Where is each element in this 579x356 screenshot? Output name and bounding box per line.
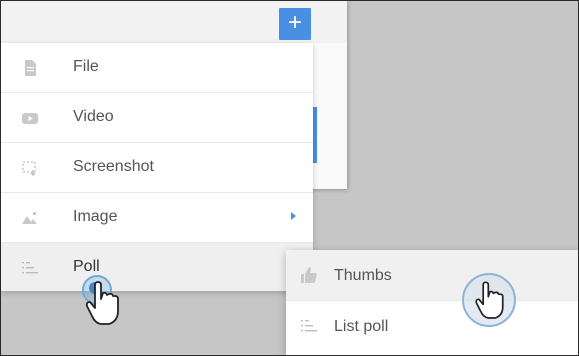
screen-frame: + File Video Screenshot Image Poll Thumb… xyxy=(0,0,579,356)
menu-item-label: File xyxy=(73,58,99,75)
file-icon xyxy=(25,60,36,76)
image-icon xyxy=(22,212,37,224)
menu-item-label: Image xyxy=(73,208,118,225)
list-poll-icon xyxy=(301,320,317,332)
menu-item-label: Screenshot xyxy=(73,158,154,175)
submenu-item-thumbs[interactable]: Thumbs xyxy=(286,250,578,301)
panel-header: + xyxy=(1,1,347,43)
hand-cursor-icon xyxy=(77,275,127,325)
menu-item-image[interactable]: Image xyxy=(1,193,313,243)
menu-item-poll[interactable]: Poll xyxy=(1,243,313,291)
submenu-arrow-icon xyxy=(291,212,296,220)
poll-submenu: Thumbs List poll xyxy=(286,250,578,355)
hand-cursor-icon xyxy=(462,273,518,329)
menu-item-label: Video xyxy=(73,108,114,125)
menu-item-screenshot[interactable]: Screenshot xyxy=(1,143,313,193)
add-button[interactable]: + xyxy=(279,8,311,40)
video-icon xyxy=(22,113,38,124)
menu-item-file[interactable]: File xyxy=(1,43,313,93)
submenu-item-label: List poll xyxy=(334,318,389,335)
screenshot-icon xyxy=(22,161,36,176)
poll-icon xyxy=(22,262,38,274)
submenu-item-list-poll[interactable]: List poll xyxy=(286,301,578,351)
thumbs-up-icon xyxy=(301,267,317,283)
submenu-item-label: Thumbs xyxy=(334,267,392,284)
menu-item-video[interactable]: Video xyxy=(1,93,313,143)
menu-item-label: Poll xyxy=(73,258,100,275)
insert-menu: File Video Screenshot Image Poll xyxy=(1,43,313,291)
